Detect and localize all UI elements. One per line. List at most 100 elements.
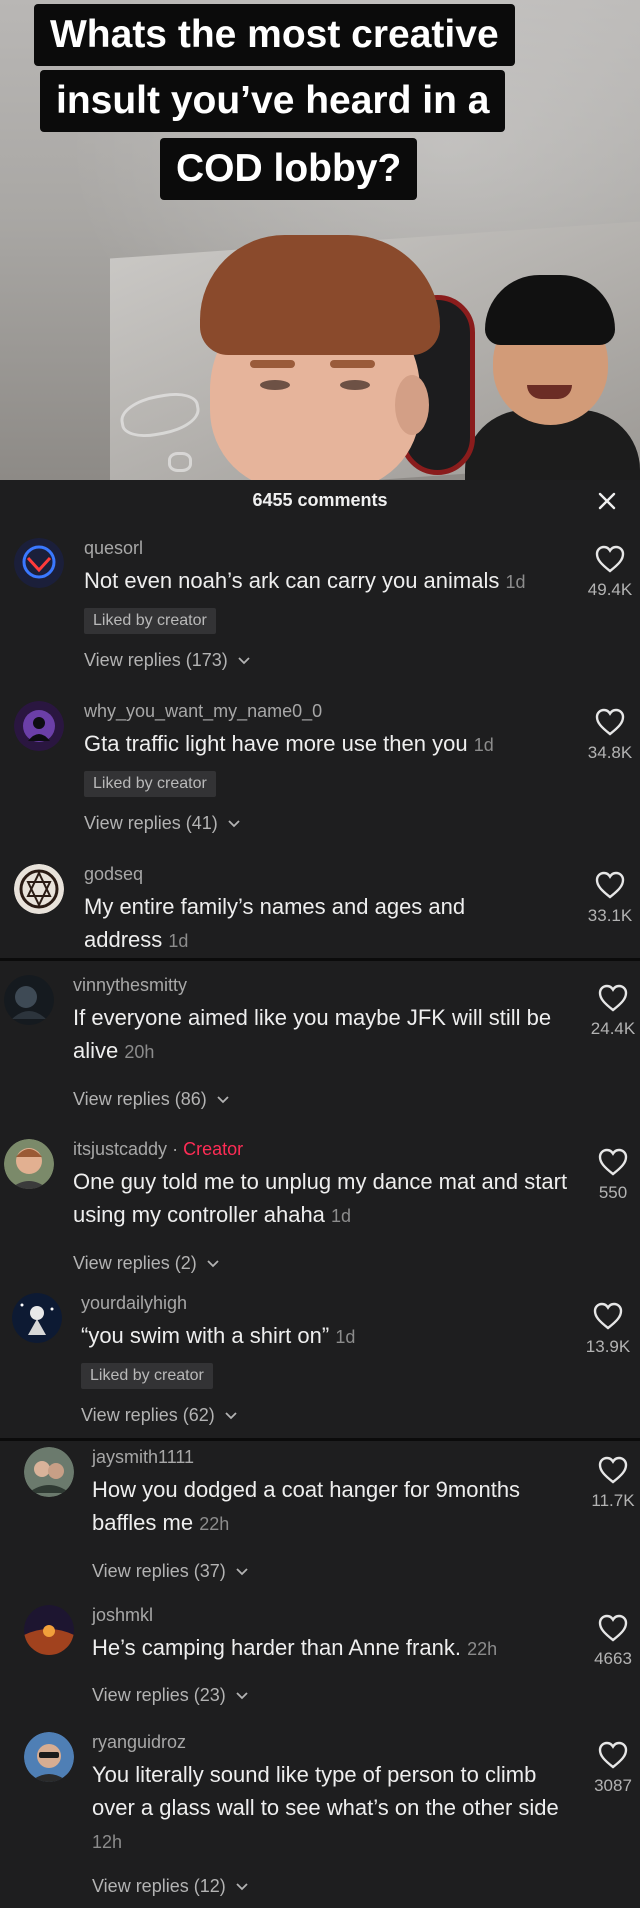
like-count: 13.9K bbox=[585, 1337, 631, 1356]
avatar[interactable] bbox=[14, 538, 64, 588]
comment-text: If everyone aimed like you maybe JFK wil… bbox=[73, 1001, 573, 1069]
comment-time: 12h bbox=[92, 1832, 123, 1852]
comment-item: yourdailyhigh “you swim with a shirt on”… bbox=[0, 1293, 640, 1433]
heart-icon bbox=[595, 708, 625, 736]
avatar[interactable] bbox=[24, 1732, 74, 1782]
like-button[interactable]: 13.9K bbox=[573, 1301, 640, 1357]
avatar[interactable] bbox=[4, 975, 54, 1025]
liked-by-creator-badge: Liked by creator bbox=[84, 608, 216, 634]
like-count: 24.4K bbox=[590, 1019, 636, 1038]
view-replies-link[interactable]: View replies (86) bbox=[73, 1089, 230, 1110]
comment-text: He’s camping harder than Anne frank. 22h bbox=[92, 1631, 572, 1666]
view-replies-label: View replies (62) bbox=[81, 1405, 215, 1425]
like-count: 4663 bbox=[594, 1649, 632, 1668]
comments-panel[interactable]: 6455 comments quesorl Not even noah’s ar… bbox=[0, 480, 640, 1908]
like-button[interactable]: 550 bbox=[578, 1147, 640, 1203]
comment-username[interactable]: yourdailyhigh bbox=[81, 1293, 187, 1314]
streamer-person bbox=[190, 235, 490, 480]
close-button[interactable] bbox=[592, 486, 622, 516]
view-replies-label: View replies (23) bbox=[92, 1685, 226, 1705]
view-replies-label: View replies (12) bbox=[92, 1876, 226, 1896]
comment-item: vinnythesmitty If everyone aimed like yo… bbox=[0, 975, 640, 1115]
like-button[interactable]: 49.4K bbox=[575, 544, 640, 600]
like-count: 49.4K bbox=[587, 580, 633, 599]
comment-item: quesorl Not even noah’s ark can carry yo… bbox=[0, 538, 640, 688]
liked-by-creator-badge: Liked by creator bbox=[81, 1363, 213, 1389]
comment-username[interactable]: quesorl bbox=[84, 538, 143, 559]
chevron-down-icon bbox=[236, 1692, 248, 1700]
screenshot-divider bbox=[0, 1438, 640, 1441]
view-replies-link[interactable]: View replies (37) bbox=[92, 1561, 249, 1582]
view-replies-link[interactable]: View replies (41) bbox=[84, 813, 241, 834]
like-button[interactable]: 11.7K bbox=[578, 1455, 640, 1511]
comment-text: Gta traffic light have more use then you… bbox=[84, 727, 554, 762]
heart-icon bbox=[593, 1302, 623, 1330]
banner-scribble bbox=[168, 452, 192, 472]
comment-time: 20h bbox=[124, 1042, 155, 1062]
comment-body: Not even noah’s ark can carry you animal… bbox=[84, 568, 500, 593]
chevron-down-icon bbox=[225, 1412, 237, 1420]
avatar[interactable] bbox=[12, 1293, 62, 1343]
comment-time: 1d bbox=[168, 931, 189, 951]
view-replies-label: View replies (173) bbox=[84, 650, 228, 670]
comment-username[interactable]: jaysmith1111 bbox=[92, 1447, 194, 1468]
comment-text: You literally sound like type of person … bbox=[92, 1758, 572, 1859]
view-replies-link[interactable]: View replies (2) bbox=[73, 1253, 220, 1274]
comment-username-text: itsjustcaddy bbox=[73, 1139, 168, 1159]
comment-username[interactable]: why_you_want_my_name0_0 bbox=[84, 701, 322, 722]
chevron-down-icon bbox=[236, 1568, 248, 1576]
view-replies-label: View replies (2) bbox=[73, 1253, 197, 1273]
chevron-down-icon bbox=[228, 820, 240, 828]
like-count: 34.8K bbox=[587, 743, 633, 762]
view-replies-link[interactable]: View replies (173) bbox=[84, 650, 251, 671]
like-button[interactable]: 24.4K bbox=[578, 983, 640, 1039]
view-replies-link[interactable]: View replies (62) bbox=[81, 1405, 238, 1426]
comment-time: 1d bbox=[335, 1327, 356, 1347]
comment-text: How you dodged a coat hanger for 9months… bbox=[92, 1473, 562, 1541]
like-button[interactable]: 34.8K bbox=[575, 707, 640, 763]
creator-separator: · bbox=[172, 1139, 179, 1159]
like-count: 33.1K bbox=[587, 906, 633, 925]
chevron-down-icon bbox=[236, 1883, 248, 1891]
chevron-down-icon bbox=[217, 1096, 229, 1104]
like-button[interactable]: 3087 bbox=[578, 1740, 640, 1796]
liked-by-creator-badge: Liked by creator bbox=[84, 771, 216, 797]
avatar[interactable] bbox=[14, 701, 64, 751]
comment-item: godseq My entire family’s names and ages… bbox=[0, 864, 640, 984]
comment-text: One guy told me to unplug my dance mat a… bbox=[73, 1165, 573, 1233]
caption-line: COD lobby? bbox=[160, 138, 418, 200]
heart-icon bbox=[598, 1614, 628, 1642]
chevron-down-icon bbox=[238, 657, 250, 665]
view-replies-label: View replies (41) bbox=[84, 813, 218, 833]
chevron-down-icon bbox=[207, 1260, 219, 1268]
comment-username[interactable]: joshmkl bbox=[92, 1605, 153, 1626]
comment-time: 1d bbox=[505, 572, 526, 592]
avatar[interactable] bbox=[24, 1605, 74, 1655]
view-replies-label: View replies (37) bbox=[92, 1561, 226, 1581]
heart-icon bbox=[598, 1148, 628, 1176]
comment-body: One guy told me to unplug my dance mat a… bbox=[73, 1169, 568, 1227]
avatar[interactable] bbox=[24, 1447, 74, 1497]
comment-item: joshmkl He’s camping harder than Anne fr… bbox=[0, 1605, 640, 1715]
comment-body: “you swim with a shirt on” bbox=[81, 1323, 330, 1348]
view-replies-link[interactable]: View replies (23) bbox=[92, 1685, 249, 1706]
like-count: 550 bbox=[598, 1183, 628, 1202]
caption-line: insult you’ve heard in a bbox=[40, 70, 506, 132]
comments-count: 6455 comments bbox=[252, 490, 388, 510]
view-replies-link[interactable]: View replies (12) bbox=[92, 1876, 249, 1897]
comment-username[interactable]: ryanguidroz bbox=[92, 1732, 186, 1753]
close-icon bbox=[598, 492, 616, 510]
like-button[interactable]: 33.1K bbox=[575, 870, 640, 926]
like-button[interactable]: 4663 bbox=[578, 1613, 640, 1669]
video-frame[interactable]: Whats the most creative insult you’ve he… bbox=[0, 0, 640, 480]
heart-icon bbox=[595, 545, 625, 573]
comment-username[interactable]: godseq bbox=[84, 864, 143, 885]
like-count: 3087 bbox=[594, 1776, 632, 1795]
comment-item: ryanguidroz You literally sound like typ… bbox=[0, 1732, 640, 1902]
comment-text: Not even noah’s ark can carry you animal… bbox=[84, 564, 554, 599]
avatar[interactable] bbox=[4, 1139, 54, 1189]
comment-username[interactable]: vinnythesmitty bbox=[73, 975, 187, 996]
avatar[interactable] bbox=[14, 864, 64, 914]
comment-username[interactable]: itsjustcaddy · Creator bbox=[73, 1139, 243, 1160]
comment-text: “you swim with a shirt on” 1d bbox=[81, 1319, 561, 1354]
